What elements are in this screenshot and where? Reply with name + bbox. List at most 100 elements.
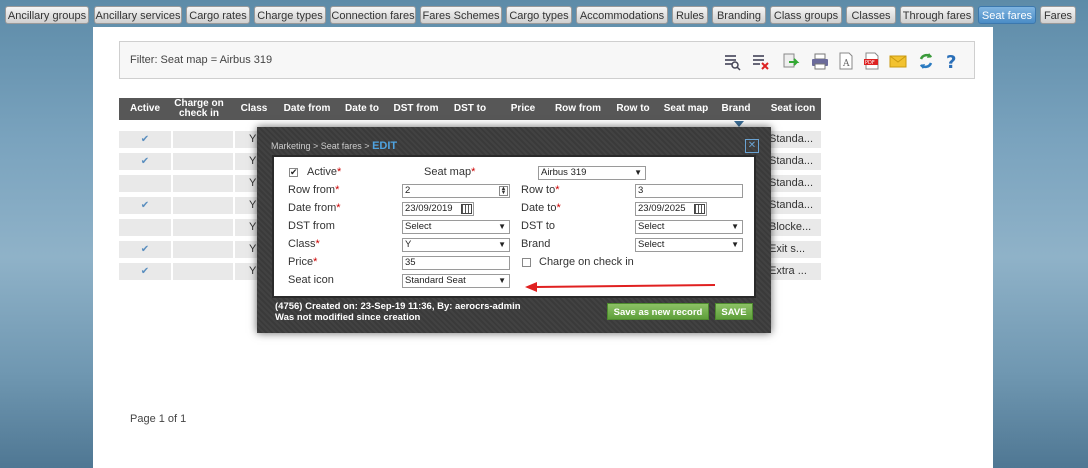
tab-rules[interactable]: Rules bbox=[672, 6, 708, 24]
active-label: Active* bbox=[307, 166, 342, 178]
col-row-from[interactable]: Row from bbox=[551, 98, 605, 120]
close-icon[interactable]: ✕ bbox=[745, 139, 759, 153]
tab-branding[interactable]: Branding bbox=[712, 6, 766, 24]
svg-text:A: A bbox=[842, 59, 850, 69]
annotation-arrow-icon bbox=[525, 282, 716, 292]
col-active[interactable]: Active bbox=[119, 98, 171, 120]
calendar-icon[interactable] bbox=[694, 204, 705, 214]
breadcrumb-mode: EDIT bbox=[372, 140, 398, 152]
row-active-check: ✔ bbox=[119, 263, 171, 280]
row-to-label: Row to* bbox=[521, 184, 560, 196]
breadcrumb: Marketing > Seat fares > EDIT bbox=[271, 140, 397, 152]
class-label: Class* bbox=[288, 238, 320, 250]
row-charge-cell bbox=[173, 219, 233, 236]
tab-ancillary-services[interactable]: Ancillary services bbox=[94, 6, 182, 24]
tab-cargo-rates[interactable]: Cargo rates bbox=[186, 6, 250, 24]
price-input[interactable]: 35 bbox=[402, 256, 510, 270]
row-seat-icon: Standa... bbox=[769, 131, 821, 148]
tab-through-fares[interactable]: Through fares bbox=[900, 6, 974, 24]
row-seat-icon: Standa... bbox=[769, 175, 821, 192]
filter-bar: Filter: Seat map = Airbus 319 A PDF ? bbox=[119, 41, 975, 79]
dst-from-label: DST from bbox=[288, 220, 335, 232]
tab-ancillary-groups[interactable]: Ancillary groups bbox=[5, 6, 89, 24]
row-charge-cell bbox=[173, 263, 233, 280]
svg-text:?: ? bbox=[946, 52, 956, 71]
price-label: Price* bbox=[288, 256, 318, 268]
col-dst-from[interactable]: DST from bbox=[389, 98, 443, 120]
pdf-icon[interactable]: PDF bbox=[862, 51, 882, 71]
row-seat-icon: Blocke... bbox=[769, 219, 821, 236]
search-list-icon[interactable] bbox=[722, 51, 742, 71]
charge-on-check-in-label: Charge on check in bbox=[539, 256, 634, 268]
col-brand[interactable]: Brand bbox=[717, 98, 755, 120]
row-charge-cell bbox=[173, 197, 233, 214]
tab-charge-types[interactable]: Charge types bbox=[254, 6, 326, 24]
tab-cargo-types[interactable]: Cargo types bbox=[506, 6, 572, 24]
row-from-label: Row from* bbox=[288, 184, 340, 196]
save-button[interactable]: SAVE bbox=[715, 303, 753, 320]
col-seat-icon[interactable]: Seat icon bbox=[765, 98, 821, 120]
col-date-to[interactable]: Date to bbox=[337, 98, 387, 120]
date-to-input[interactable]: 23/09/2025 bbox=[635, 202, 707, 216]
row-active-check bbox=[119, 175, 171, 192]
active-checkbox[interactable]: ✔ bbox=[289, 168, 298, 177]
row-from-input[interactable]: 2 ▲ ▼ bbox=[402, 184, 510, 198]
row-active-check bbox=[119, 219, 171, 236]
row-active-check: ✔ bbox=[119, 241, 171, 258]
seat-icon-select[interactable]: Standard Seat bbox=[402, 274, 510, 288]
module-tab-bar: Ancillary groups Ancillary services Carg… bbox=[0, 0, 1088, 26]
row-charge-cell bbox=[173, 131, 233, 148]
save-as-new-record-button[interactable]: Save as new record bbox=[607, 303, 709, 320]
table-header: Active Charge on check in Class Date fro… bbox=[119, 98, 821, 120]
breadcrumb-path: Marketing > Seat fares > bbox=[271, 141, 373, 151]
print-icon[interactable] bbox=[810, 51, 830, 71]
row-charge-cell bbox=[173, 153, 233, 170]
text-file-icon[interactable]: A bbox=[836, 51, 856, 71]
tab-class-groups[interactable]: Class groups bbox=[770, 6, 842, 24]
dst-from-select[interactable]: Select bbox=[402, 220, 510, 234]
row-active-check: ✔ bbox=[119, 153, 171, 170]
tab-accommodations[interactable]: Accommodations bbox=[576, 6, 668, 24]
col-class[interactable]: Class bbox=[231, 98, 277, 120]
row-seat-icon: Exit s... bbox=[769, 241, 821, 258]
refresh-icon[interactable] bbox=[916, 51, 936, 71]
row-to-input[interactable]: 3 bbox=[635, 184, 743, 198]
tab-fares[interactable]: Fares bbox=[1040, 6, 1076, 24]
class-select[interactable]: Y bbox=[402, 238, 510, 252]
tab-fares-schemes[interactable]: Fares Schemes bbox=[420, 6, 502, 24]
brand-label: Brand bbox=[521, 238, 551, 250]
seat-map-select[interactable]: Airbus 319 bbox=[538, 166, 646, 180]
dst-to-select[interactable]: Select bbox=[635, 220, 743, 234]
col-date-from[interactable]: Date from bbox=[279, 98, 335, 120]
clear-filter-icon[interactable] bbox=[750, 51, 770, 71]
row-seat-icon: Standa... bbox=[769, 197, 821, 214]
record-info: (4756) Created on: 23-Sep-19 11:36, By: … bbox=[275, 301, 521, 323]
tab-classes[interactable]: Classes bbox=[846, 6, 896, 24]
tab-seat-fares[interactable]: Seat fares bbox=[978, 6, 1036, 24]
dst-to-label: DST to bbox=[521, 220, 556, 232]
brand-select[interactable]: Select bbox=[635, 238, 743, 252]
seat-icon-label: Seat icon bbox=[288, 274, 334, 286]
col-charge-on-check-in[interactable]: Charge on check in bbox=[171, 98, 227, 121]
date-from-label: Date from* bbox=[288, 202, 341, 214]
row-charge-cell bbox=[173, 241, 233, 258]
row-active-check: ✔ bbox=[119, 131, 171, 148]
col-dst-to[interactable]: DST to bbox=[445, 98, 495, 120]
email-icon[interactable] bbox=[888, 51, 908, 71]
col-price[interactable]: Price bbox=[505, 98, 541, 120]
date-from-input[interactable]: 23/09/2019 bbox=[402, 202, 474, 216]
record-modified-text: Was not modified since creation bbox=[275, 312, 421, 323]
date-to-label: Date to* bbox=[521, 202, 561, 214]
edit-dialog: Marketing > Seat fares > EDIT ✕ ✔ Active… bbox=[257, 127, 771, 333]
tab-connection-fares[interactable]: Connection fares bbox=[330, 6, 416, 24]
export-icon[interactable] bbox=[780, 51, 800, 71]
charge-on-check-in-checkbox[interactable] bbox=[522, 258, 531, 267]
record-created-text: (4756) Created on: 23-Sep-19 11:36, By: … bbox=[275, 301, 521, 312]
stepper-icon[interactable]: ▲ ▼ bbox=[499, 186, 508, 196]
calendar-icon[interactable] bbox=[461, 204, 472, 214]
col-row-to[interactable]: Row to bbox=[611, 98, 655, 120]
help-icon[interactable]: ? bbox=[942, 51, 962, 71]
row-charge-cell bbox=[173, 175, 233, 192]
col-seat-map[interactable]: Seat map bbox=[661, 98, 711, 120]
row-seat-icon: Standa... bbox=[769, 153, 821, 170]
